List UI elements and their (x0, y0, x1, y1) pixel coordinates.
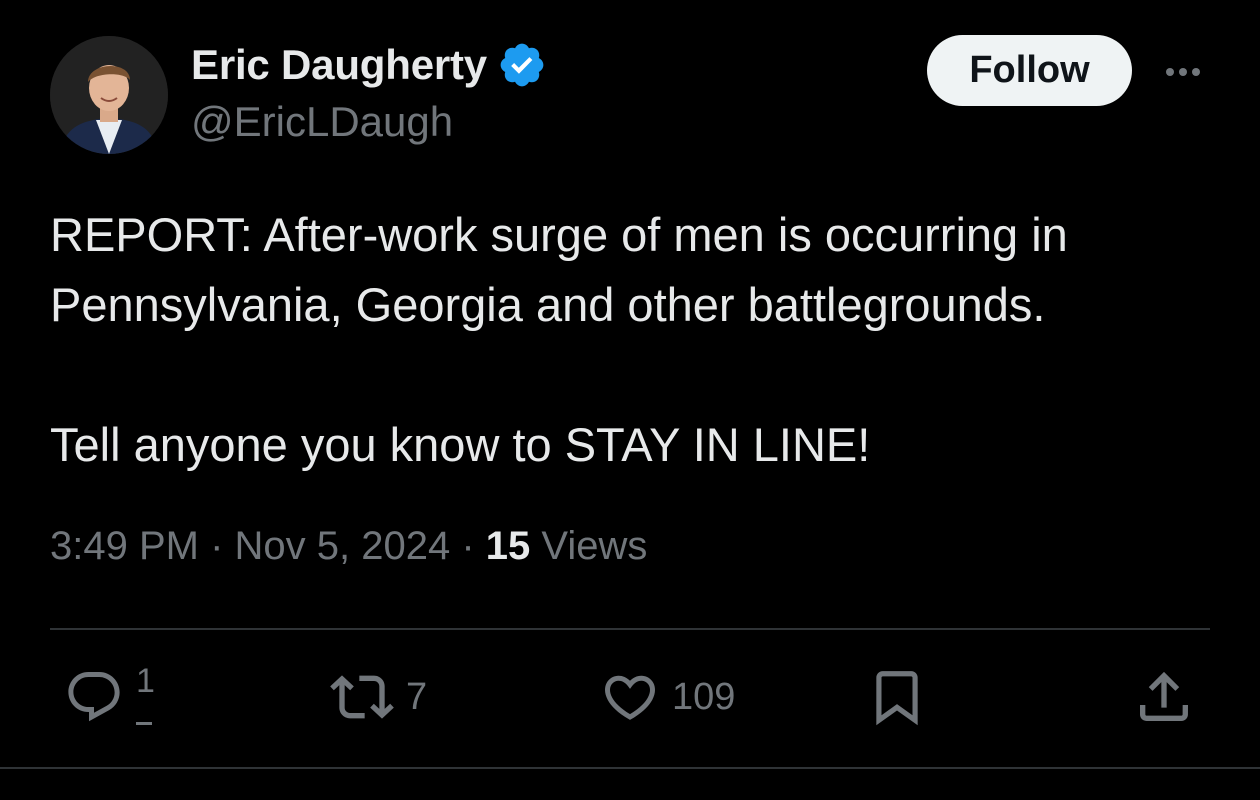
heart-icon (604, 675, 656, 720)
tweet-text: REPORT: After-work surge of men is occur… (50, 200, 1220, 480)
bookmark-button[interactable] (866, 662, 928, 732)
share-button[interactable] (1132, 662, 1196, 732)
reply-count: 1 (136, 661, 155, 725)
avatar-image (50, 36, 168, 154)
reply-icon (68, 672, 120, 722)
follow-button[interactable]: Follow (927, 35, 1132, 106)
divider (0, 767, 1260, 769)
tweet-date[interactable]: Nov 5, 2024 (235, 524, 451, 568)
author-display-name[interactable]: Eric Daugherty (191, 41, 487, 89)
views-label: Views (530, 524, 648, 568)
share-icon (1140, 671, 1188, 721)
meta-separator: · (450, 524, 486, 568)
verified-badge-icon[interactable] (497, 40, 547, 90)
author-name-row: Eric Daugherty (191, 40, 547, 90)
author-handle[interactable]: @EricLDaugh (191, 98, 453, 146)
tweet-text-line: Pennsylvania, Georgia and other battlegr… (50, 278, 1046, 331)
repost-button[interactable]: 7 (330, 662, 427, 732)
meta-separator: · (198, 524, 235, 568)
tweet-card: Eric Daugherty @EricLDaugh Follow REPORT… (0, 0, 1260, 800)
more-dot (1192, 68, 1200, 76)
like-button[interactable]: 109 (600, 662, 735, 732)
tweet-time[interactable]: 3:49 PM (50, 524, 199, 568)
divider (50, 628, 1210, 630)
more-dot (1166, 68, 1174, 76)
repost-icon (330, 675, 394, 719)
views-count: 15 (485, 524, 531, 568)
like-count: 109 (672, 675, 736, 718)
tweet-meta: 3:49 PM · Nov 5, 2024 · 15 Views (50, 524, 647, 569)
more-icon[interactable] (1156, 52, 1210, 92)
reply-button[interactable]: 1 (64, 662, 155, 732)
repost-count: 7 (406, 675, 428, 718)
tweet-text-line: Tell anyone you know to STAY IN LINE! (50, 418, 871, 471)
bookmark-icon (876, 671, 918, 726)
avatar[interactable] (50, 36, 168, 154)
tweet-text-line: REPORT: After-work surge of men is occur… (50, 208, 1068, 261)
more-dot (1179, 68, 1187, 76)
